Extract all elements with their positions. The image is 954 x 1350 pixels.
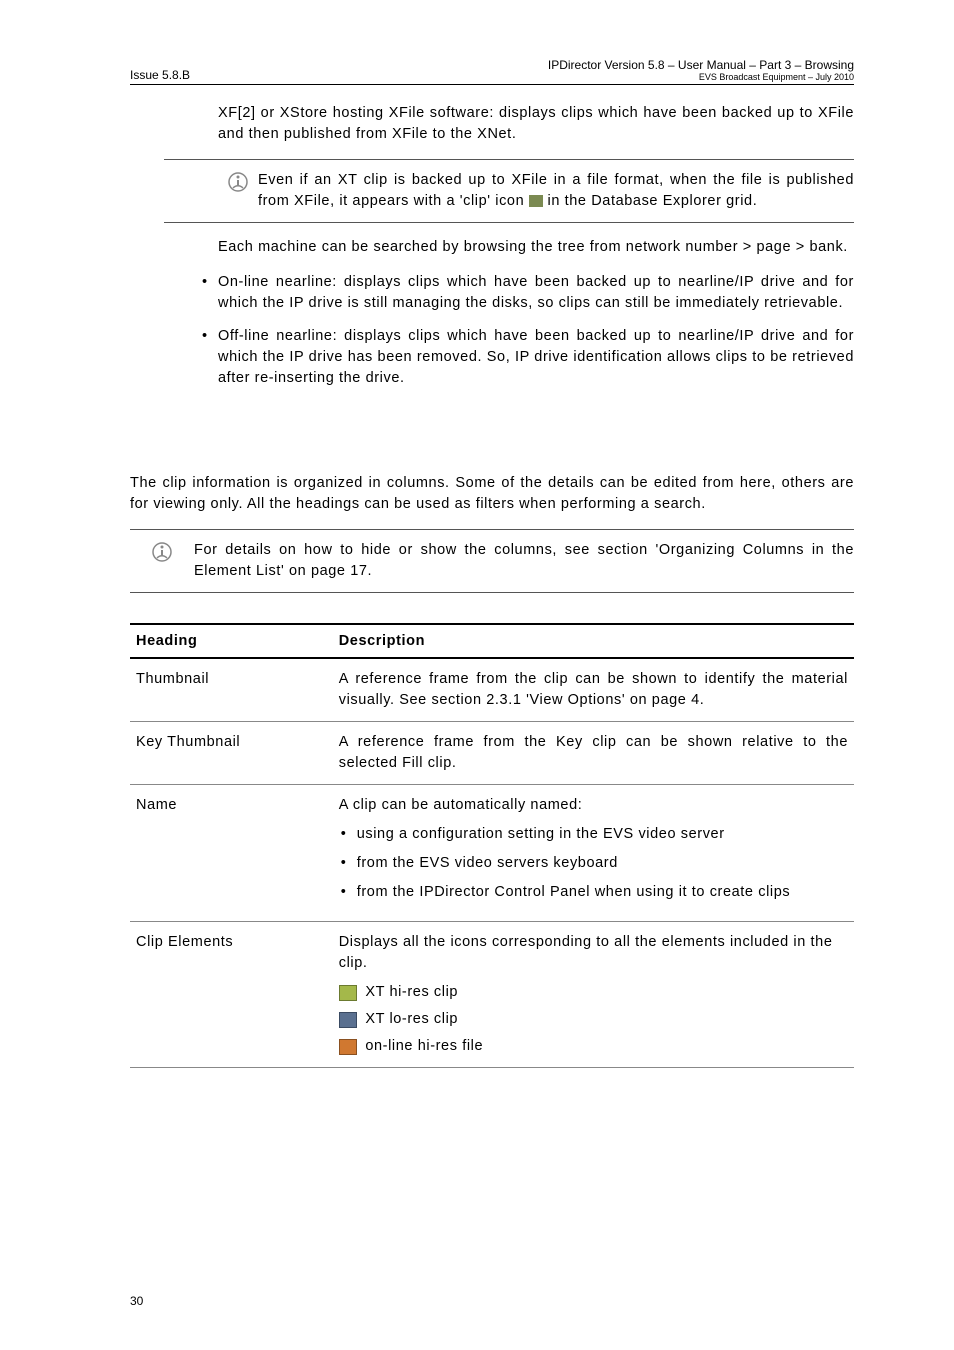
page-header: Issue 5.8.B IPDirector Version 5.8 – Use… (130, 58, 854, 85)
online-hires-icon (339, 1039, 357, 1055)
elem-online: on-line hi-res file (361, 1038, 483, 1054)
cell-heading: Key Thumbnail (130, 722, 333, 785)
doc-subtitle: EVS Broadcast Equipment – July 2010 (548, 72, 854, 82)
note-icon (218, 170, 258, 199)
note-box-2: For details on how to hide or show the c… (130, 529, 854, 593)
cell-description: Displays all the icons corresponding to … (333, 922, 854, 1068)
elem-hires: XT hi-res clip (361, 984, 458, 1000)
header-right: IPDirector Version 5.8 – User Manual – P… (548, 58, 854, 82)
elem-lores: XT lo-res clip (361, 1011, 458, 1027)
list-item-offline: Off-line nearline: displays clips which … (198, 326, 854, 389)
table-row: Key Thumbnail A reference frame from the… (130, 722, 854, 785)
table-row: Name A clip can be automatically named: … (130, 785, 854, 922)
note1-part-b: in the Database Explorer grid. (543, 193, 757, 209)
name-opt-3: from the IPDirector Control Panel when u… (339, 882, 848, 903)
cell-heading: Thumbnail (130, 658, 333, 722)
cell-heading: Clip Elements (130, 922, 333, 1068)
name-opt-2: from the EVS video servers keyboard (339, 853, 848, 874)
table-row: Clip Elements Displays all the icons cor… (130, 922, 854, 1068)
cell-description: A clip can be automatically named: using… (333, 785, 854, 922)
clip-icon (529, 195, 543, 207)
cell-heading: Name (130, 785, 333, 922)
cell-description: A reference frame from the Key clip can … (333, 722, 854, 785)
name-opt-1: using a configuration setting in the EVS… (339, 824, 848, 845)
nearline-list: On-line nearline: displays clips which h… (198, 272, 854, 389)
col-heading: Heading (130, 624, 333, 658)
doc-title: IPDirector Version 5.8 – User Manual – P… (548, 58, 854, 72)
paragraph-each-machine: Each machine can be searched by browsing… (218, 237, 854, 258)
note-icon (130, 540, 194, 569)
paragraph-xf: XF[2] or XStore hosting XFile software: … (218, 103, 854, 145)
note-text-1: Even if an XT clip is backed up to XFile… (258, 170, 854, 212)
headings-table: Heading Description Thumbnail A referenc… (130, 623, 854, 1068)
list-item-online: On-line nearline: displays clips which h… (198, 272, 854, 314)
elements-intro: Displays all the icons corresponding to … (339, 932, 848, 974)
note-box-1: Even if an XT clip is backed up to XFile… (164, 159, 854, 223)
table-row: Thumbnail A reference frame from the cli… (130, 658, 854, 722)
xt-lores-icon (339, 1012, 357, 1028)
issue-label: Issue 5.8.B (130, 68, 190, 82)
note-text-2: For details on how to hide or show the c… (194, 540, 854, 582)
col-description: Description (333, 624, 854, 658)
xt-hires-icon (339, 985, 357, 1001)
cell-description: A reference frame from the clip can be s… (333, 658, 854, 722)
name-intro: A clip can be automatically named: (339, 797, 583, 813)
page-number: 30 (130, 1294, 143, 1308)
paragraph-clip-info: The clip information is organized in col… (130, 473, 854, 515)
